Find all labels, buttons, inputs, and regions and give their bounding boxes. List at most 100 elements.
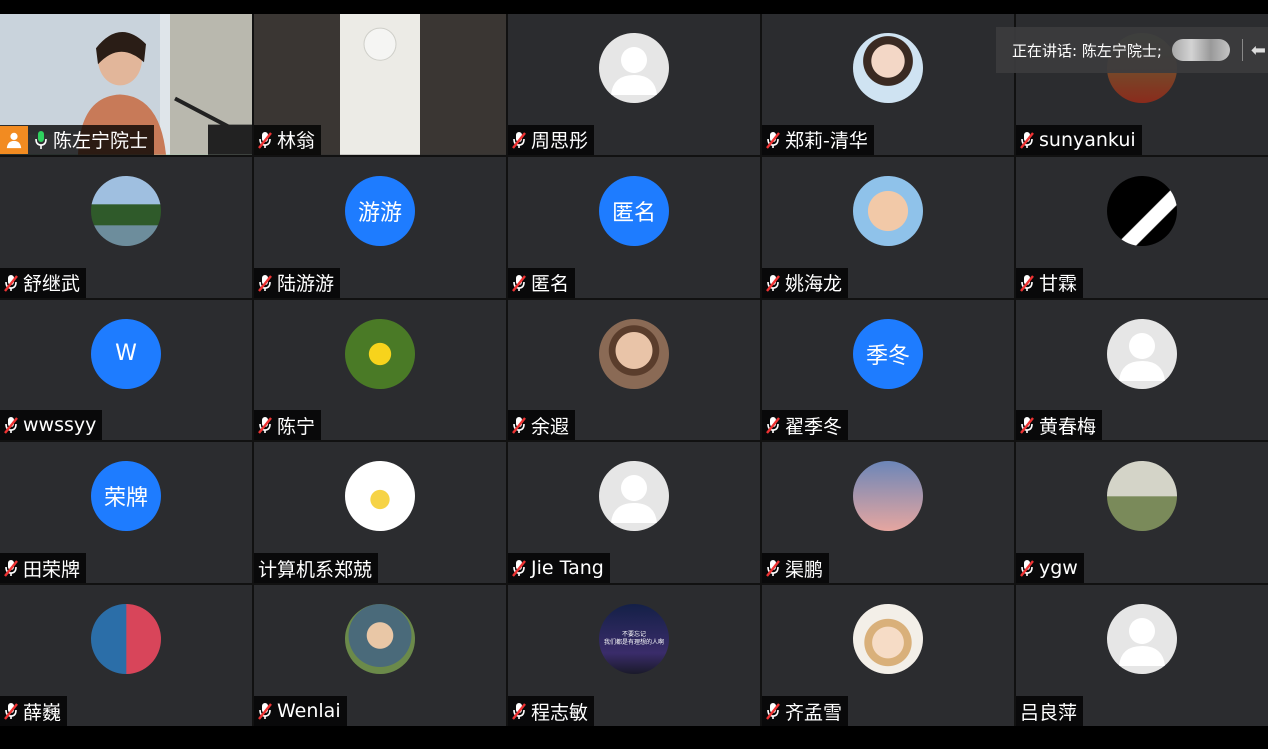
microphone-muted-icon — [2, 701, 20, 721]
participant-tile[interactable]: 荣牌田荣牌 — [0, 442, 252, 584]
avatar-initials: 荣牌 — [103, 486, 148, 512]
participant-tile[interactable]: 齐孟雪 — [762, 585, 1014, 726]
participant-nameplate: Jie Tang — [508, 553, 610, 584]
default-avatar-icon — [1107, 604, 1177, 675]
participant-nameplate: 陈宁 — [254, 410, 322, 441]
collapse-arrow-icon[interactable]: ⬅ — [1251, 40, 1266, 61]
microphone-muted-icon — [256, 415, 274, 435]
participant-tile[interactable]: 计算机系郑兢 — [254, 442, 506, 584]
divider — [1241, 39, 1243, 61]
participant-name: 林翁 — [277, 130, 316, 153]
participant-tile[interactable]: 游游陆游游 — [254, 156, 506, 298]
participant-nameplate: wwssyy — [0, 410, 103, 441]
microphone-muted-icon — [510, 273, 528, 293]
participant-name: 周思彤 — [531, 130, 589, 153]
participant-tile[interactable]: 姚海龙 — [762, 156, 1014, 298]
microphone-muted-icon — [1018, 130, 1036, 150]
participant-tile[interactable]: 季冬翟季冬 — [762, 299, 1014, 441]
microphone-muted-icon — [764, 558, 782, 578]
microphone-muted-icon — [256, 130, 274, 150]
participant-name: 甘霖 — [1039, 273, 1078, 296]
microphone-muted-icon — [256, 701, 274, 721]
profile-photo — [91, 175, 161, 246]
participant-tile[interactable]: 甘霖 — [1016, 156, 1268, 298]
participant-tile[interactable]: 渠鹏 — [762, 442, 1014, 584]
microphone-muted-icon — [510, 558, 528, 578]
microphone-muted-icon — [764, 273, 782, 293]
microphone-muted-icon — [764, 415, 782, 435]
participant-tile[interactable]: 郑莉-清华 — [762, 14, 1014, 155]
participant-nameplate: 周思彤 — [508, 124, 595, 155]
participant-tile[interactable]: 舒继武 — [0, 156, 252, 298]
participant-nameplate: 薛巍 — [0, 696, 68, 726]
participant-nameplate: 程志敏 — [508, 696, 595, 726]
initials-avatar: 季冬 — [853, 318, 923, 389]
participant-grid: 陈左宁院士 林翁 周思彤 郑莉-清华 sunyankui 舒继武 游游 陆游游 匿名 匿名 姚海龙甘… — [0, 14, 1268, 726]
microphone-muted-icon — [510, 130, 528, 150]
participant-tile[interactable]: 匿名 匿名 — [508, 156, 760, 298]
participant-tile[interactable]: Jie Tang — [508, 442, 760, 584]
participant-tile[interactable]: ygw — [1016, 442, 1268, 584]
participant-tile[interactable]: 黄春梅 — [1016, 299, 1268, 441]
participant-name: 渠鹏 — [785, 558, 824, 581]
participant-nameplate: 翟季冬 — [762, 410, 849, 441]
participant-name: Wenlai — [277, 700, 341, 722]
participant-tile[interactable]: 周思彤 — [508, 14, 760, 155]
profile-photo — [853, 33, 923, 103]
microphone-muted-icon — [1018, 415, 1036, 435]
avatar-initials: 匿名 — [611, 200, 656, 226]
participant-nameplate: 姚海龙 — [762, 267, 849, 298]
participant-tile[interactable]: 陈左宁院士 — [0, 14, 252, 155]
participant-name: wwssyy — [23, 414, 97, 437]
participant-nameplate: Wenlai — [254, 696, 347, 726]
participant-tile[interactable]: Wwwssyy — [0, 299, 252, 441]
host-icon — [0, 125, 28, 154]
avatar-initials: W — [115, 341, 137, 367]
participant-tile[interactable]: 余遐 — [508, 299, 760, 441]
participant-nameplate: 陆游游 — [254, 267, 341, 298]
participant-name: sunyankui — [1039, 128, 1136, 151]
now-speaking-bar[interactable]: 正在讲话: 陈左宁院士; ⬅ — [996, 27, 1268, 73]
participant-nameplate: 郑莉-清华 — [762, 124, 874, 155]
participant-name: 陈宁 — [277, 415, 316, 438]
participant-nameplate: 匿名 — [508, 267, 576, 298]
microphone-muted-icon — [510, 701, 528, 721]
initials-avatar: W — [91, 318, 161, 389]
participant-nameplate: 舒继武 — [0, 267, 87, 298]
avatar-initials: 游游 — [357, 200, 402, 226]
initials-avatar: 荣牌 — [91, 461, 161, 532]
participant-tile[interactable]: 陈宁 — [254, 299, 506, 441]
microphone-muted-icon — [256, 273, 274, 293]
participant-nameplate: 吕良萍 — [1016, 696, 1084, 726]
participant-name: 舒继武 — [23, 273, 81, 296]
participant-name: ygw — [1039, 557, 1078, 580]
profile-photo — [345, 461, 415, 532]
initials-avatar: 游游 — [345, 175, 415, 246]
participant-tile[interactable]: 林翁 — [254, 14, 506, 155]
default-avatar-icon — [1107, 318, 1177, 389]
participant-nameplate: 齐孟雪 — [762, 696, 849, 726]
participant-tile[interactable]: 薛巍 — [0, 585, 252, 726]
profile-photo — [1107, 461, 1177, 532]
participant-nameplate: 渠鹏 — [762, 553, 830, 584]
participant-name: 姚海龙 — [785, 273, 843, 296]
participant-nameplate: ygw — [1016, 553, 1084, 584]
profile-photo — [345, 604, 415, 675]
participant-nameplate: 计算机系郑兢 — [254, 553, 379, 584]
microphone-muted-icon — [2, 558, 20, 578]
participant-tile[interactable]: 不要忘记 我们都是有理想的人啊 程志敏 — [508, 585, 760, 726]
participant-name: 吕良萍 — [1020, 701, 1078, 724]
participant-nameplate: 黄春梅 — [1016, 410, 1103, 441]
participant-name: 计算机系郑兢 — [258, 558, 373, 581]
participant-tile[interactable]: Wenlai — [254, 585, 506, 726]
profile-photo — [1107, 175, 1177, 246]
avatar-initials: 季冬 — [865, 343, 910, 369]
participant-name: 齐孟雪 — [785, 701, 843, 724]
default-avatar-icon — [599, 33, 669, 103]
participant-name: 田荣牌 — [23, 558, 81, 581]
profile-photo — [91, 604, 161, 675]
participant-tile[interactable]: 吕良萍 — [1016, 585, 1268, 726]
blurred-name — [1171, 39, 1230, 61]
participant-name: 薛巍 — [23, 701, 62, 724]
profile-photo — [853, 175, 923, 246]
